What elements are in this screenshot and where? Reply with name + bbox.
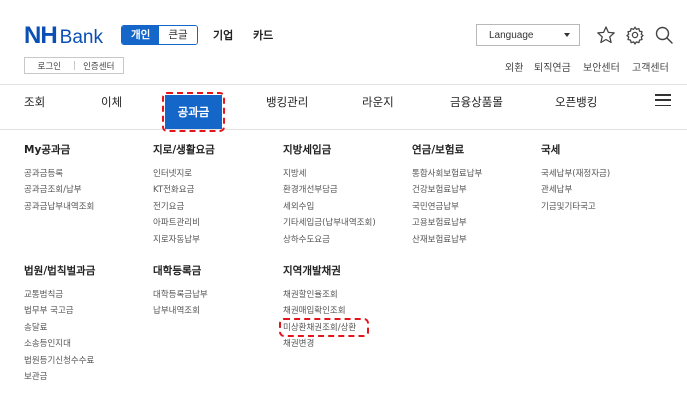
gnb-item-banking-management[interactable]: 뱅킹관리 [266,94,308,110]
menu-link[interactable]: 전기요금 [153,199,215,215]
menu-link[interactable]: 법무부 국고금 [24,303,95,319]
menu-group-title: 지역개발채권 [283,265,341,277]
gnb-item-product-mall[interactable]: 금융상품몰 [450,94,503,110]
menu-link[interactable]: 송달료 [24,320,95,336]
menu-group-giro-living: 지로/생활요금 인터넷지로 KT전화요금 전기요금 아파트관리비 지로자동납부 [153,144,215,248]
search-icon[interactable] [654,25,674,45]
menu-link[interactable]: 납부내역조회 [153,303,208,319]
menu-link[interactable]: 공과금납부내역조회 [24,199,94,215]
login-link[interactable]: 로그인 [25,60,74,72]
language-select-value: Language [489,29,534,41]
gnb-item-inquiry[interactable]: 조회 [24,94,45,110]
util-link-pension[interactable]: 퇴직연금 [534,59,571,74]
menu-link[interactable]: 기금및기타국고 [541,199,610,215]
menu-group-local-tax: 지방세입금 지방세 환경개선부담금 세외수입 기타세입금(납부내역조회) 상하수… [283,144,376,248]
gnb-top-divider [0,84,687,85]
highlight-box-unredeemed-bonds [279,318,369,337]
gnb-item-transfer[interactable]: 이체 [101,94,122,110]
menu-link[interactable]: 산재보험료납부 [412,232,482,248]
util-link-forex[interactable]: 외환 [505,59,523,74]
certificate-center-link[interactable]: 인증센터 [75,60,124,72]
star-icon[interactable] [596,25,616,45]
menu-link[interactable]: 기타세입금(납부내역조회) [283,215,376,231]
menu-link[interactable]: KT전화요금 [153,182,215,198]
menu-link[interactable]: 세외수입 [283,199,376,215]
menu-link[interactable]: 보관금 [24,369,95,385]
menu-group-title: 대학등록금 [153,265,202,277]
menu-link[interactable]: 소송등인지대 [24,336,95,352]
menu-group-national-tax: 국세 국세납부(재정자금) 관세납부 기금및기타국고 [541,144,610,215]
menu-link[interactable]: 공과금등록 [24,166,94,182]
menu-group-regional-bonds: 지역개발채권 채권할인율조회 채권매입확인조회 미상환채권조회/상환 채권변경 [283,265,356,353]
gear-icon[interactable] [625,25,645,45]
menu-link[interactable]: 교통범칙금 [24,287,95,303]
util-link-customer[interactable]: 고객센터 [632,59,669,74]
menu-link[interactable]: 대학등록금납부 [153,287,208,303]
menu-group-tuition: 대학등록금 대학등록금납부 납부내역조회 [153,265,208,320]
menu-link[interactable]: 지방세 [283,166,376,182]
menu-link[interactable]: 법원등기신청수수료 [24,353,95,369]
menu-link[interactable]: 통합사회보험료납부 [412,166,482,182]
menu-link[interactable]: 환경개선부담금 [283,182,376,198]
gnb-item-lounge[interactable]: 라운지 [362,94,394,110]
menu-group-court-fines: 법원/법칙벌과금 교통범칙금 법무부 국고금 송달료 소송등인지대 법원등기신청… [24,265,95,385]
menu-link[interactable]: 채권변경 [283,336,356,352]
language-select[interactable]: Language [476,24,580,46]
menu-link[interactable]: 상하수도요금 [283,232,376,248]
nh-bank-logo[interactable]: NH Bank [24,22,103,50]
util-link-security[interactable]: 보안센터 [583,59,620,74]
segment-personal[interactable]: 개인 [122,26,160,44]
gnb-item-open-banking[interactable]: 오픈뱅킹 [555,94,597,110]
menu-link[interactable]: 건강보험료납부 [412,182,482,198]
menu-link[interactable]: 인터넷지로 [153,166,215,182]
top-nav-corporate[interactable]: 기업 [213,27,233,43]
gnb-bottom-divider [0,129,687,130]
menu-link[interactable]: 채권할인율조회 [283,287,356,303]
menu-group-my-utility: My공과금 공과금등록 공과금조회/납부 공과금납부내역조회 [24,144,94,215]
hamburger-menu-icon[interactable] [655,94,671,107]
menu-link[interactable]: 공과금조회/납부 [24,182,94,198]
logo-nh-text: NH [24,22,58,49]
caret-down-icon [564,33,570,37]
menu-link[interactable]: 국세납부(재정자금) [541,166,610,182]
menu-group-pension-insurance: 연금/보험료 통합사회보험료납부 건강보험료납부 국민연금납부 고용보험료납부 … [412,144,482,248]
menu-group-title: 지로/생활요금 [153,144,215,156]
menu-link[interactable]: 아파트관리비 [153,215,215,231]
logo-bank-text: Bank [59,27,103,48]
top-nav-card[interactable]: 카드 [253,27,273,43]
menu-group-title: 법원/법칙벌과금 [24,265,96,277]
highlight-box-gnb [162,92,225,132]
mode-segment: 개인 큰글 [121,25,198,45]
menu-group-title: My공과금 [24,144,71,156]
segment-large-text[interactable]: 큰글 [159,26,197,44]
menu-group-title: 국세 [541,144,561,156]
login-box: 로그인 인증센터 [24,57,124,74]
menu-link[interactable]: 지로자동납부 [153,232,215,248]
menu-group-title: 지방세입금 [283,144,332,156]
menu-link[interactable]: 고용보험료납부 [412,215,482,231]
menu-group-title: 연금/보험료 [412,144,465,156]
menu-link[interactable]: 관세납부 [541,182,610,198]
menu-link[interactable]: 국민연금납부 [412,199,482,215]
